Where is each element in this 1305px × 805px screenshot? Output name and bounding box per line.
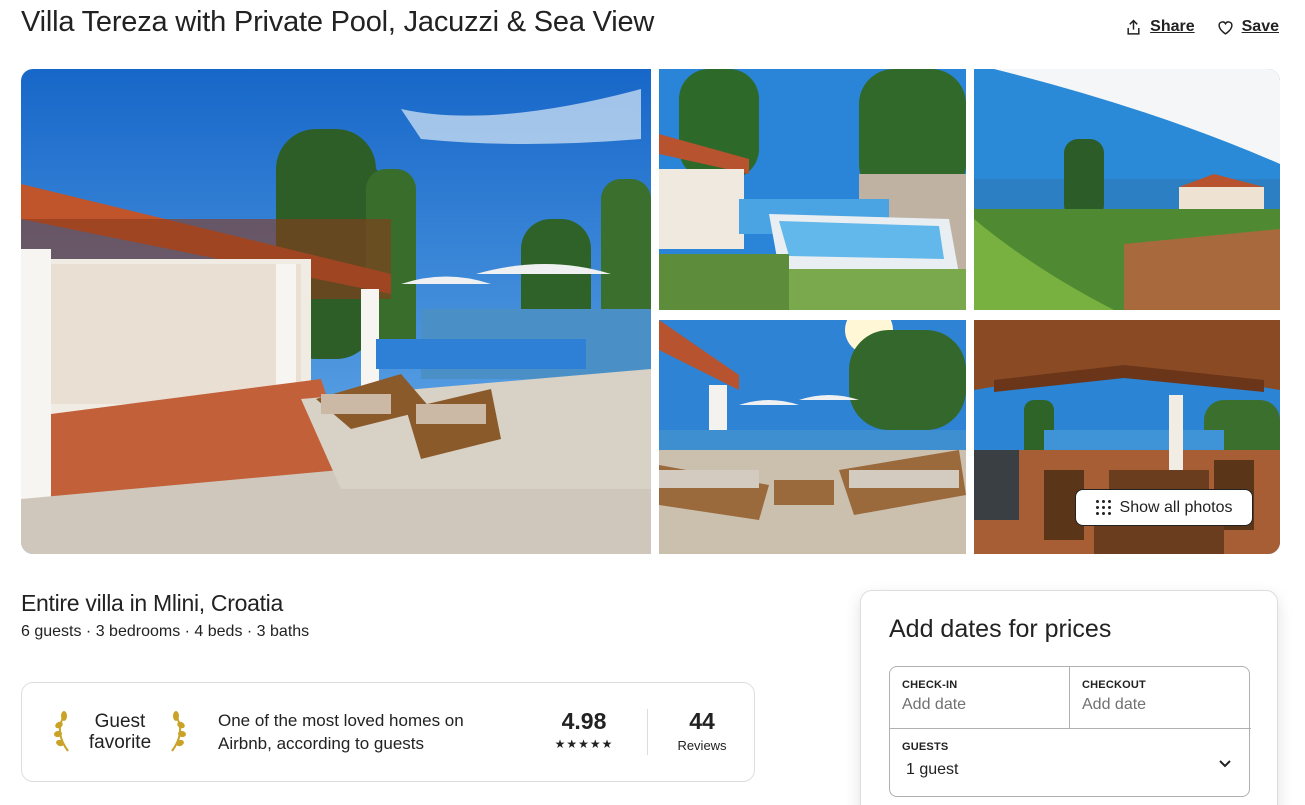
divider bbox=[647, 709, 648, 755]
photo-sea-view[interactable] bbox=[974, 69, 1280, 310]
rating-value: 4.98 bbox=[561, 708, 607, 734]
share-icon bbox=[1127, 19, 1140, 35]
reviews-link[interactable]: 44 Reviews bbox=[667, 708, 737, 753]
checkout-label: CHECKOUT bbox=[1082, 679, 1146, 691]
guests-select[interactable]: GUESTS 1 guest bbox=[890, 729, 1251, 798]
booking-title: Add dates for prices bbox=[889, 615, 1112, 643]
laurel-right-icon bbox=[171, 711, 186, 752]
guests-value: 1 guest bbox=[906, 761, 959, 778]
photo-sunbeds[interactable] bbox=[659, 320, 966, 554]
booking-card: Add dates for prices CHECK-IN Add date C… bbox=[860, 590, 1278, 805]
guest-favorite-description: One of the most loved homes on Airbnb, a… bbox=[218, 711, 464, 753]
guest-favorite-card: Guest favorite One of the most loved hom… bbox=[21, 682, 755, 782]
reviews-count: 44 bbox=[689, 708, 715, 734]
listing-meta: 6 guests · 3 bedrooms · 4 beds · 3 baths bbox=[21, 623, 310, 640]
show-all-photos-button[interactable]: Show all photos bbox=[1075, 489, 1253, 526]
laurel-left-icon bbox=[54, 711, 69, 752]
checkin-field[interactable]: CHECK-IN Add date bbox=[890, 667, 1070, 729]
guests-label: GUESTS bbox=[902, 741, 949, 753]
date-guest-picker: CHECK-IN Add date CHECKOUT Add date GUES… bbox=[889, 666, 1251, 798]
guest-favorite-badge: Guest favorite bbox=[50, 707, 190, 757]
grid-dots-icon bbox=[1095, 500, 1111, 515]
share-label: Share bbox=[1150, 18, 1195, 35]
checkout-field[interactable]: CHECKOUT Add date bbox=[1070, 667, 1251, 729]
photo-main[interactable] bbox=[21, 69, 651, 554]
checkin-label: CHECK-IN bbox=[902, 679, 958, 691]
listing-actions: Share Save bbox=[1125, 18, 1279, 36]
badge-line2: favorite bbox=[88, 732, 152, 753]
checkout-value: Add date bbox=[1082, 696, 1147, 713]
badge-line1: Guest bbox=[94, 711, 146, 732]
listing-title: Villa Tereza with Private Pool, Jacuzzi … bbox=[21, 6, 655, 38]
photo-jacuzzi[interactable] bbox=[659, 69, 966, 310]
save-label: Save bbox=[1241, 18, 1279, 35]
show-all-photos-label: Show all photos bbox=[1119, 498, 1233, 516]
heart-icon bbox=[1218, 20, 1233, 35]
photo-gallery bbox=[21, 69, 1280, 554]
save-button[interactable]: Save bbox=[1217, 18, 1279, 36]
checkin-value: Add date bbox=[902, 696, 967, 713]
chevron-down-icon bbox=[1219, 760, 1231, 768]
reviews-label: Reviews bbox=[677, 738, 727, 753]
listing-type: Entire villa in Mlini, Croatia bbox=[21, 590, 283, 616]
rating-block: 4.98 ★★★★★ bbox=[549, 708, 619, 751]
rating-stars: ★★★★★ bbox=[554, 737, 614, 751]
share-button[interactable]: Share bbox=[1125, 18, 1195, 36]
